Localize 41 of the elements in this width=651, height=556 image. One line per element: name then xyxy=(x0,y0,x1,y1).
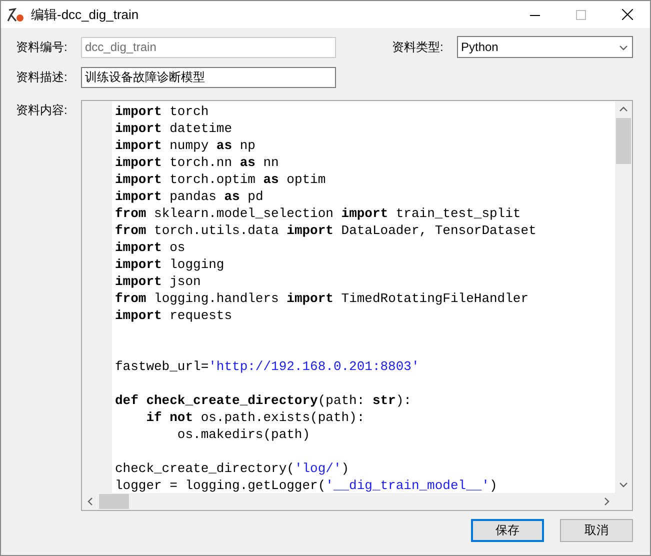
code-line: import logging xyxy=(115,256,224,273)
maximize-icon xyxy=(576,10,586,20)
field-label: 资料编号: xyxy=(16,38,68,56)
code-line: import os xyxy=(115,239,186,256)
code-line: os.makedirs(path) xyxy=(176,426,310,443)
code-line: from sklearn.model_selection import train_test_split xyxy=(115,205,521,222)
dialog-button[interactable]: 保存 xyxy=(471,519,544,542)
scrollbar-thumb[interactable] xyxy=(616,118,631,164)
app-icon xyxy=(7,6,25,22)
scroll-right-icon[interactable] xyxy=(602,497,611,506)
chevron-down-icon[interactable] xyxy=(619,42,628,52)
scroll-left-icon[interactable] xyxy=(86,497,95,506)
code-line: from logging.handlers import TimedRotatingFileHandler xyxy=(115,290,529,307)
code-line: fastweb_url='http://192.168.0.201:8803' xyxy=(115,358,420,375)
code-line: import torch xyxy=(115,103,209,120)
code-line: logger = logging.getLogger('__dig_train_model__') xyxy=(115,477,498,493)
window-title: 编辑-dcc_dig_train xyxy=(31,6,140,24)
horizontal-scrollbar[interactable] xyxy=(82,493,615,510)
code-line: import datetime xyxy=(115,120,232,137)
scroll-up-icon[interactable] xyxy=(619,105,628,114)
field-label: 资料类型: xyxy=(392,38,444,56)
code-line: import requests xyxy=(115,307,232,324)
code-line: import numpy as np xyxy=(115,137,256,154)
scroll-down-icon[interactable] xyxy=(619,480,628,489)
code-line: check_create_directory('log/') xyxy=(115,460,350,477)
code-line: import torch.nn as nn xyxy=(115,154,279,171)
code-line: if not os.path.exists(path): xyxy=(145,409,365,426)
vertical-scrollbar[interactable] xyxy=(615,101,632,493)
code-editor[interactable] xyxy=(81,100,633,511)
code-line: def check_create_directory(path: str): xyxy=(115,392,412,409)
field-label: 资料描述: xyxy=(16,68,68,86)
code-line: import torch.optim as optim xyxy=(115,171,326,188)
code-line: from torch.utils.data import DataLoader, TensorDataset xyxy=(115,222,536,239)
dialog-button[interactable]: 取消 xyxy=(560,519,633,542)
field-label: 资料内容: xyxy=(16,102,68,119)
close-icon xyxy=(622,9,632,20)
type-dropdown[interactable]: Python xyxy=(457,36,633,58)
scrollbar-thumb[interactable] xyxy=(99,494,129,509)
code-line: import json xyxy=(115,273,201,290)
input-field[interactable]: 训练设备故障诊断模型 xyxy=(81,66,336,88)
code-line: import pandas as pd xyxy=(115,188,264,205)
